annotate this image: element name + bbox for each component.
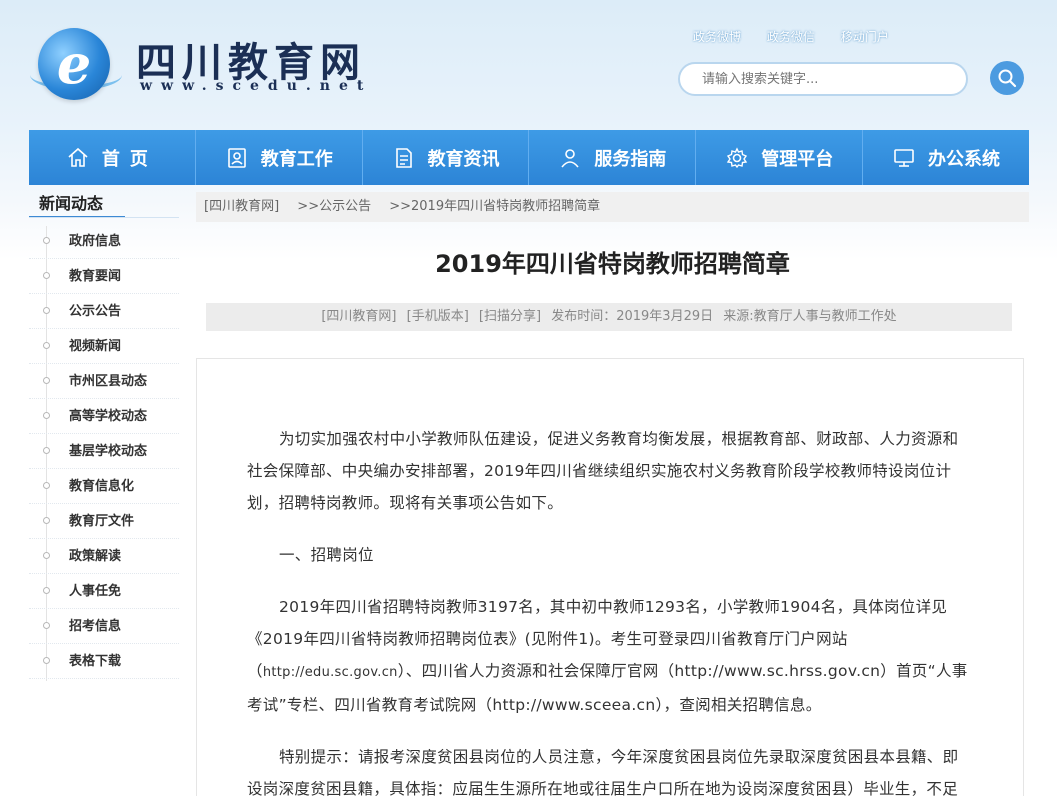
nav-home-label: 首页 (101, 148, 158, 170)
nav-education-news-label: 教育资讯 (427, 148, 500, 170)
top-links: 政务微博 政务微信 移动门户 (693, 28, 911, 45)
meta-share-link[interactable]: [扫描分享] (479, 309, 541, 324)
sidebar-item-label: 公示公告 (69, 304, 122, 319)
monitor-icon (894, 148, 914, 167)
sidebar-item-label: 教育厅文件 (69, 514, 135, 529)
sidebar-item-label: 高等学校动态 (69, 409, 148, 424)
search-box (678, 62, 968, 96)
search-icon (998, 69, 1017, 88)
home-icon (68, 147, 88, 167)
site-logo[interactable]: e (38, 28, 110, 100)
bullet-icon (43, 587, 50, 594)
bullet-icon (43, 307, 50, 314)
nav-management-platform-label: 管理平台 (761, 148, 834, 170)
top-link-wechat[interactable]: 政务微信 (767, 30, 815, 44)
nav-home[interactable]: 首页 (29, 130, 196, 185)
breadcrumb-home[interactable]: [四川教育网] (204, 199, 279, 214)
bullet-icon (43, 517, 50, 524)
paragraph-notice: 特别提示：请报考深度贫困县岗位的人员注意，今年深度贫困县岗位先录取深度贫困县本县… (247, 748, 959, 796)
sidebar-item-video-news[interactable]: 视频新闻 (29, 329, 179, 364)
id-card-icon (227, 147, 246, 168)
sidebar-item-label: 基层学校动态 (69, 444, 148, 459)
bullet-icon (43, 342, 50, 349)
bullet-icon (43, 657, 50, 664)
nav-management-platform[interactable]: 管理平台 (696, 130, 864, 185)
sidebar-item-label: 教育要闻 (69, 269, 122, 284)
sidebar-item-label: 人事任免 (69, 584, 122, 599)
user-icon (561, 148, 580, 168)
sidebar-item-label: 表格下载 (69, 654, 122, 669)
site-header: e 四川教育网 www.scedu.net 政务微博 政务微信 移动门户 (0, 0, 1057, 130)
sidebar-item-label: 招考信息 (69, 619, 122, 634)
nav-education-work-label: 教育工作 (260, 148, 333, 170)
search-input[interactable] (702, 64, 944, 94)
nav-education-work[interactable]: 教育工作 (196, 130, 363, 185)
bullet-icon (43, 482, 50, 489)
breadcrumb-current[interactable]: >>2019年四川省特岗教师招聘简章 (389, 199, 600, 214)
nav-education-news[interactable]: 教育资讯 (363, 130, 530, 185)
meta-site-link[interactable]: [四川教育网] (321, 309, 396, 324)
article-meta: [四川教育网] [手机版本] [扫描分享] 发布时间：2019年3月29日 来源… (206, 303, 1012, 331)
edu-portal-link[interactable]: http://edu.sc.gov.cn (263, 665, 398, 680)
paragraph-intro: 为切实加强农村中小学教师队伍建设，促进义务教育均衡发展，根据教育部、财政部、人力… (247, 430, 959, 512)
sidebar-item-label: 政策解读 (69, 549, 122, 564)
sidebar-item-dept-docs[interactable]: 教育厅文件 (29, 504, 179, 539)
sidebar-item-city-county[interactable]: 市州区县动态 (29, 364, 179, 399)
bullet-icon (43, 237, 50, 244)
main-nav: 首页 教育工作 教育资讯 服务指南 管理平台 办公系统 (29, 130, 1029, 185)
logo-letter: e (56, 32, 92, 96)
bullet-icon (43, 272, 50, 279)
meta-source: 来源:教育厅人事与教师工作处 (723, 309, 897, 324)
article-title: 2019年四川省特岗教师招聘简章 (435, 250, 790, 278)
bullet-icon (43, 622, 50, 629)
meta-publish-date: 发布时间：2019年3月29日 (551, 309, 714, 324)
nav-service-guide-label: 服务指南 (594, 148, 667, 170)
bullet-icon (43, 377, 50, 384)
nav-office-system[interactable]: 办公系统 (863, 130, 1029, 185)
sidebar-item-edu-it[interactable]: 教育信息化 (29, 469, 179, 504)
sidebar: 新闻动态 政府信息 教育要闻 公示公告 视频新闻 市州区县动态 高等学校动态 基… (29, 185, 179, 681)
sidebar-item-gov-info[interactable]: 政府信息 (29, 224, 179, 259)
nav-service-guide[interactable]: 服务指南 (529, 130, 697, 185)
breadcrumb-notices[interactable]: >>公示公告 (297, 199, 371, 214)
sidebar-item-appointments[interactable]: 人事任免 (29, 574, 179, 609)
sidebar-item-label: 教育信息化 (69, 479, 135, 494)
breadcrumb: [四川教育网] >>公示公告 >>2019年四川省特岗教师招聘简章 (196, 192, 1029, 222)
bullet-icon (43, 412, 50, 419)
sidebar-title: 新闻动态 (29, 185, 125, 218)
top-link-weibo[interactable]: 政务微博 (693, 30, 741, 44)
sidebar-item-label: 视频新闻 (69, 339, 122, 354)
document-icon (395, 147, 412, 168)
sidebar-item-local-schools[interactable]: 基层学校动态 (29, 434, 179, 469)
sidebar-item-label: 政府信息 (69, 234, 122, 249)
sidebar-item-policy[interactable]: 政策解读 (29, 539, 179, 574)
sidebar-item-label: 市州区县动态 (69, 374, 148, 389)
search-button[interactable] (990, 61, 1024, 95)
top-link-mobile[interactable]: 移动门户 (841, 30, 889, 44)
paragraph-positions: 2019年四川省招聘特岗教师3197名，其中初中教师1293名，小学教师1904… (247, 591, 969, 721)
meta-mobile-link[interactable]: [手机版本] (407, 309, 469, 324)
site-url: www.scedu.net (140, 78, 373, 94)
bullet-icon (43, 552, 50, 559)
sidebar-item-edu-news[interactable]: 教育要闻 (29, 259, 179, 294)
section-heading: 一、招聘岗位 (279, 546, 374, 564)
sidebar-item-forms[interactable]: 表格下载 (29, 644, 179, 679)
nav-office-system-label: 办公系统 (928, 148, 1001, 170)
bullet-icon (43, 447, 50, 454)
sidebar-item-notices[interactable]: 公示公告 (29, 294, 179, 329)
sidebar-item-recruitment[interactable]: 招考信息 (29, 609, 179, 644)
sidebar-item-universities[interactable]: 高等学校动态 (29, 399, 179, 434)
article-content: 为切实加强农村中小学教师队伍建设，促进义务教育均衡发展，根据教育部、财政部、人力… (196, 358, 1024, 796)
gear-icon (727, 146, 748, 168)
sidebar-list: 政府信息 教育要闻 公示公告 视频新闻 市州区县动态 高等学校动态 基层学校动态… (29, 224, 179, 679)
article-body: 为切实加强农村中小学教师队伍建设，促进义务教育均衡发展，根据教育部、财政部、人力… (247, 423, 969, 796)
